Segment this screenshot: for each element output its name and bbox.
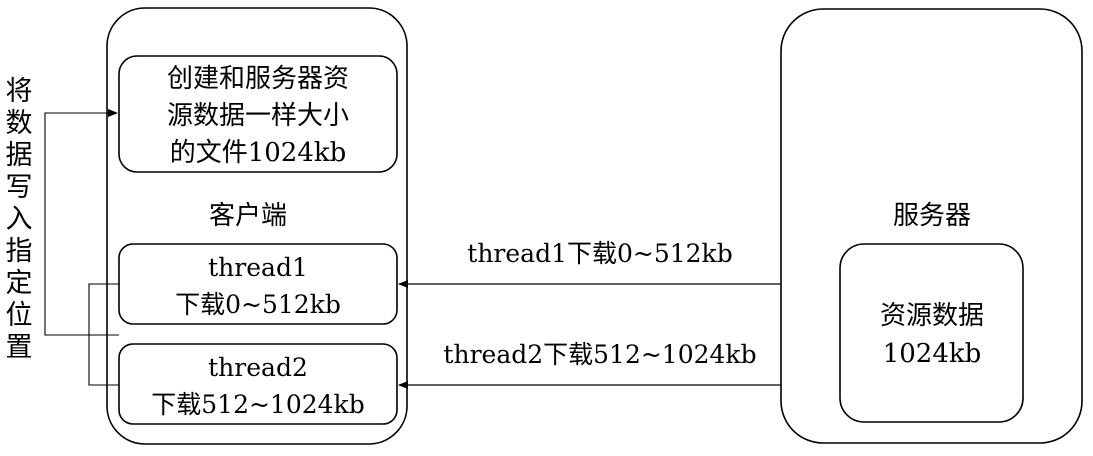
write-back-arrow xyxy=(44,109,119,336)
side-label-char-0: 将 xyxy=(6,76,33,107)
side-label-char-8: 置 xyxy=(6,332,33,363)
resource-box-line-2: 1024kb xyxy=(883,339,982,369)
side-label-char-5: 指 xyxy=(6,236,33,267)
file-box-line-2: 源数据一样大小 xyxy=(167,101,349,131)
file-box-line-1: 创建和服务器资 xyxy=(167,64,349,94)
client-label: 客户端 xyxy=(209,201,287,231)
side-label-char-6: 定 xyxy=(6,268,33,299)
thread1-box-line-1: thread1 xyxy=(208,253,308,282)
side-label-char-3: 写 xyxy=(6,172,33,203)
side-label-char-7: 位 xyxy=(6,300,33,331)
resource-box xyxy=(839,243,1024,423)
side-label-char-4: 入 xyxy=(6,204,33,235)
thread2-box-line-2: 下载512~1024kb xyxy=(151,390,364,419)
thread1-download-label: thread1下载0~512kb xyxy=(467,239,732,268)
resource-box-line-1: 资源数据 xyxy=(880,301,984,331)
thread1-box-line-2: 下载0~512kb xyxy=(175,290,341,319)
thread2-box-line-1: thread2 xyxy=(208,353,308,382)
side-label-char-2: 据 xyxy=(6,140,33,171)
server-label: 服务器 xyxy=(893,201,971,231)
flow-diagram: 创建和服务器资 源数据一样大小 的文件1024kb 客户端 thread1 下载… xyxy=(6,7,1083,445)
side-label-char-1: 数 xyxy=(6,108,33,139)
file-box-line-3: 的文件1024kb xyxy=(170,138,347,168)
thread2-download-label: thread2下载512~1024kb xyxy=(443,340,756,369)
